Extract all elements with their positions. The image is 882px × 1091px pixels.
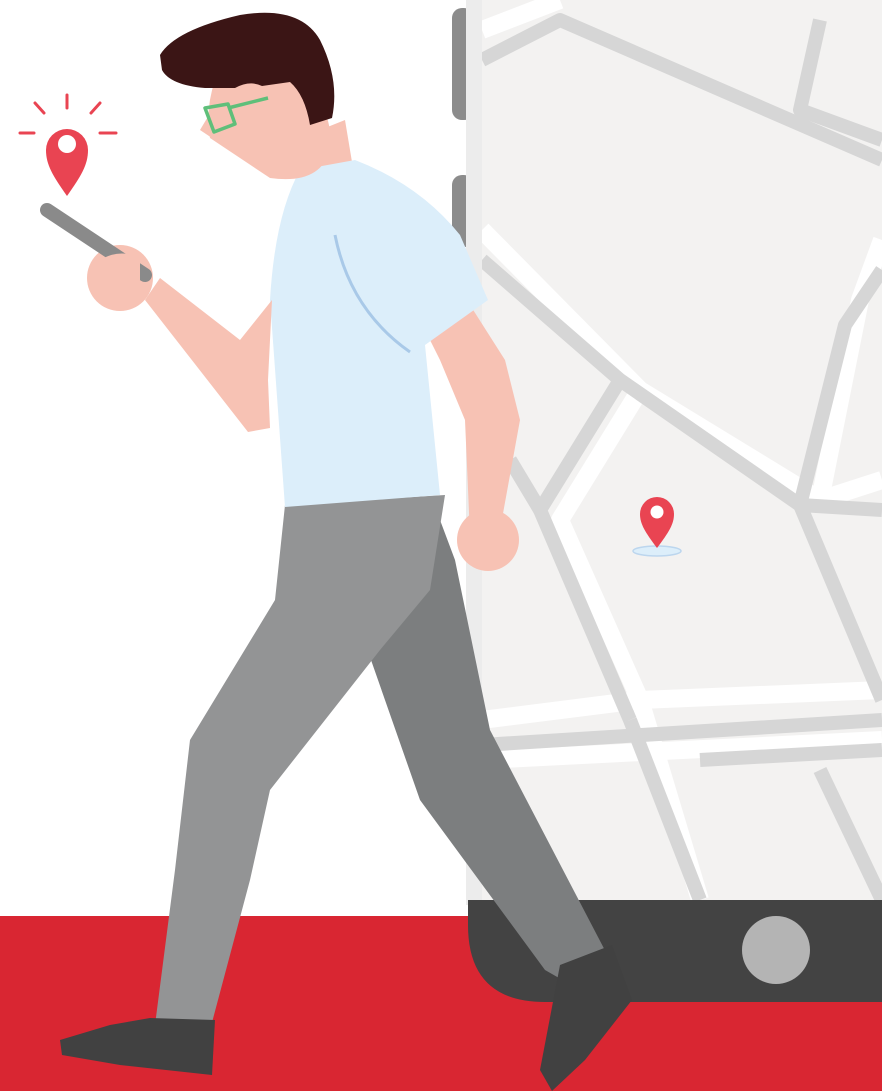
back-fist bbox=[457, 509, 519, 571]
location-pin-icon bbox=[18, 93, 118, 196]
illustration-svg bbox=[0, 0, 882, 1091]
phone-home-button bbox=[742, 916, 810, 984]
fingers bbox=[100, 253, 140, 282]
illustration-scene bbox=[0, 0, 882, 1091]
signal-rays bbox=[18, 93, 118, 135]
front-upper-arm bbox=[145, 278, 272, 432]
map-screen bbox=[482, 0, 882, 900]
